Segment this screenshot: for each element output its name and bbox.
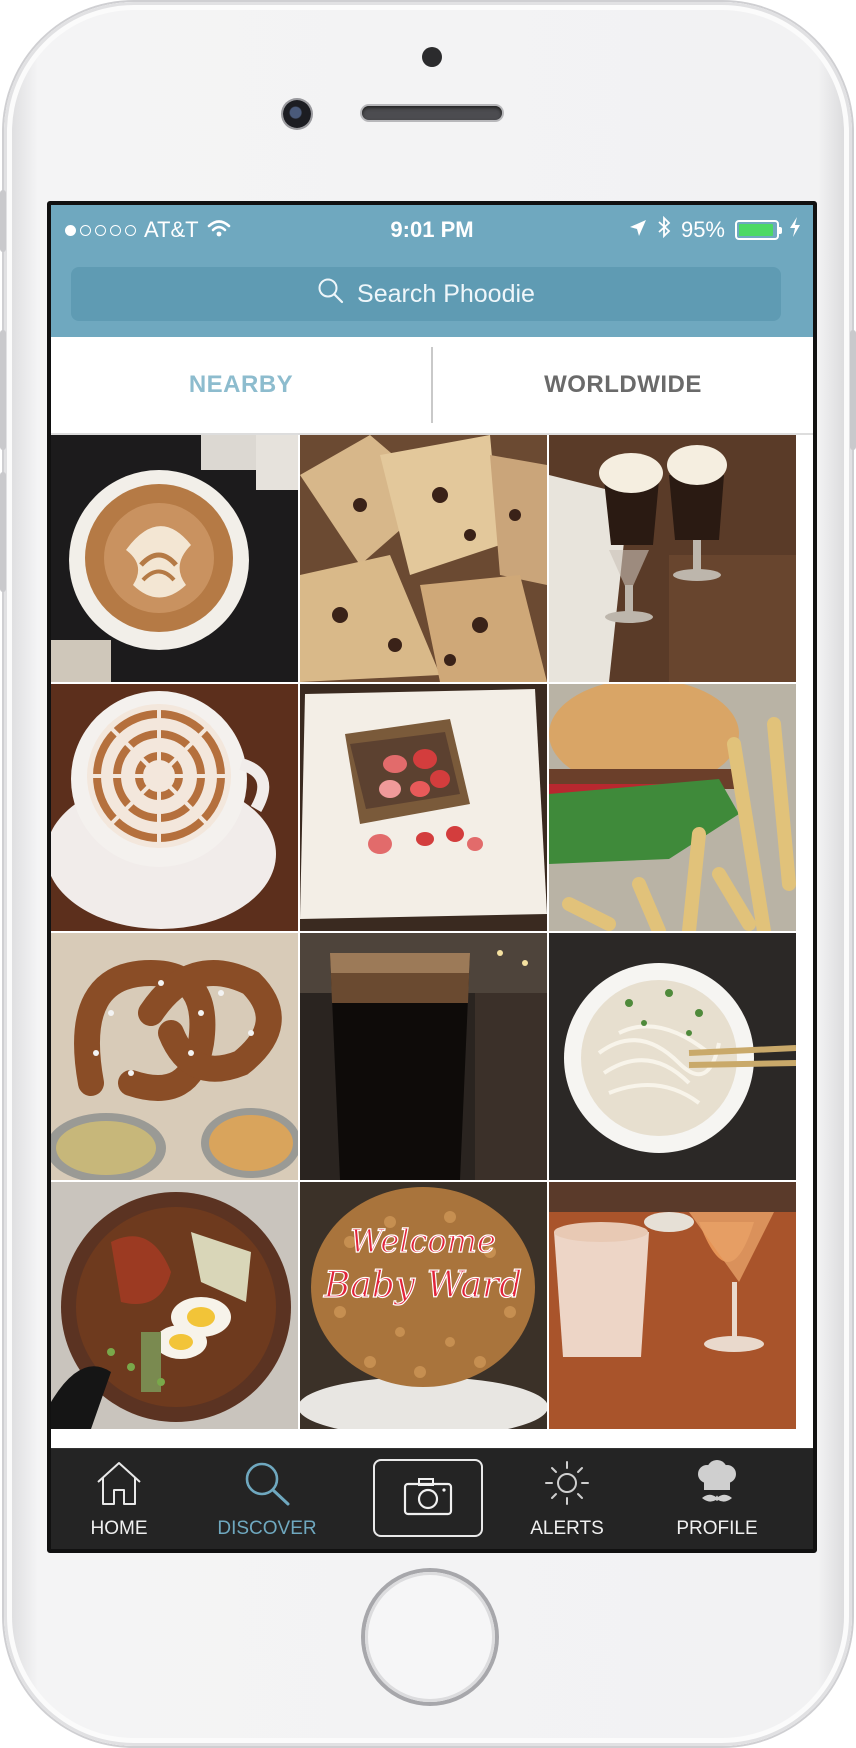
tab-profile[interactable]: PROFILE: [642, 1449, 792, 1549]
photo-chocolate-chip-scones[interactable]: [300, 435, 547, 682]
cake-writing-line2: Baby Ward: [323, 1265, 522, 1306]
segmented-tabs: NEARBY WORLDWIDE: [51, 337, 813, 435]
tab-home-label: HOME: [90, 1517, 148, 1539]
app-screen: AT&T 9:01 PM 95% Search Phoodie NEARBY W…: [47, 201, 817, 1553]
battery-icon: [735, 220, 782, 240]
photo-stout-beer[interactable]: [300, 933, 547, 1180]
home-icon: [94, 1460, 144, 1512]
camera-icon: [403, 1476, 453, 1521]
search-icon: [317, 277, 345, 312]
power-button: [850, 330, 856, 450]
tab-discover[interactable]: DISCOVER: [192, 1449, 342, 1549]
tab-profile-label: PROFILE: [676, 1517, 758, 1539]
tab-worldwide[interactable]: WORLDWIDE: [433, 337, 813, 433]
search-placeholder: Search Phoodie: [357, 279, 535, 308]
home-hardware-button[interactable]: [365, 1572, 495, 1702]
tab-home[interactable]: HOME: [51, 1449, 194, 1549]
cake-writing-line1: Welcome: [350, 1222, 496, 1260]
bluetooth-icon: [657, 215, 671, 244]
chef-hat-icon: [692, 1459, 742, 1512]
photo-cocktails[interactable]: [549, 1182, 796, 1429]
location-arrow-icon: [629, 217, 647, 243]
photo-irish-coffees[interactable]: [549, 435, 796, 682]
tab-alerts-label: ALERTS: [530, 1517, 604, 1539]
search-input[interactable]: Search Phoodie: [71, 267, 781, 321]
photo-pho-bowl[interactable]: [549, 933, 796, 1180]
photo-latte-web[interactable]: [51, 684, 298, 931]
tab-alerts[interactable]: ALERTS: [492, 1449, 642, 1549]
photo-burger-and-fries[interactable]: [549, 684, 796, 931]
front-camera: [283, 100, 311, 128]
photo-french-toast-strawberries[interactable]: [300, 684, 547, 931]
photo-latte-heart[interactable]: [51, 435, 298, 682]
proximity-sensor: [422, 47, 442, 67]
photo-grid: Welcome Baby Ward: [51, 435, 813, 1450]
mute-switch: [0, 190, 6, 252]
photo-welcome-cake[interactable]: Welcome Baby Ward: [300, 1182, 547, 1429]
bottom-tab-bar: HOME DISCOVER ALERTS PROFILE: [51, 1448, 813, 1549]
search-icon: [242, 1460, 292, 1512]
battery-percent: 95%: [680, 217, 725, 242]
tab-nearby[interactable]: NEARBY: [51, 337, 431, 433]
status-bar: AT&T 9:01 PM 95%: [51, 205, 813, 255]
photo-ramen-bowl[interactable]: [51, 1182, 298, 1429]
camera-button[interactable]: [373, 1459, 483, 1537]
earpiece-speaker: [362, 106, 502, 120]
charging-bolt-icon: [789, 217, 801, 243]
volume-down-button: [0, 472, 6, 592]
battery-fill: [739, 224, 774, 236]
search-header: Search Phoodie: [51, 255, 813, 337]
photo-pretzel-with-dips[interactable]: [51, 933, 298, 1180]
volume-up-button: [0, 330, 6, 450]
sun-icon: [542, 1460, 592, 1512]
tab-discover-label: DISCOVER: [217, 1517, 317, 1539]
